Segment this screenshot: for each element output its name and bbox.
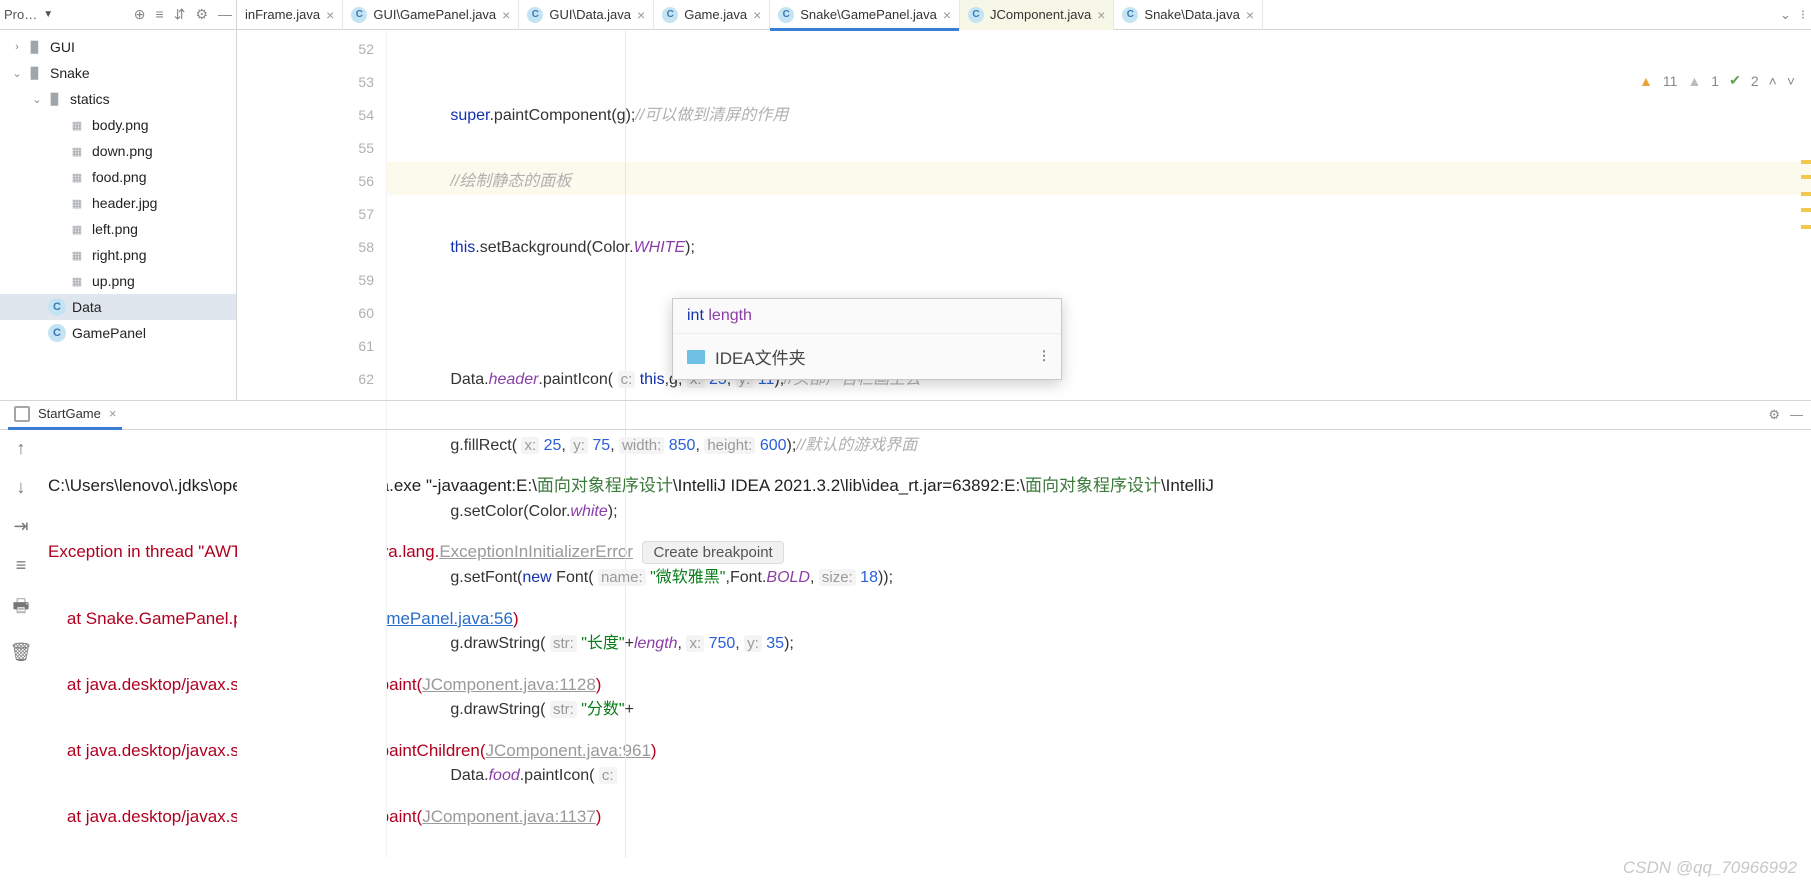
tree-class-data[interactable]: CData [0, 294, 236, 320]
more-icon[interactable]: ⁝ [1801, 7, 1805, 23]
code-editor[interactable]: 5253545556575859606162 super.paintCompon… [237, 30, 1811, 858]
code-area[interactable]: super.paintComponent(g);//可以做到清屏的作用 //绘制… [387, 30, 1811, 858]
class-icon: C [778, 7, 794, 23]
tree-folder-snake[interactable]: ⌄▉Snake [0, 60, 236, 86]
project-sidebar: Pro… ▼ ⊕ ≡ ⇵ ⚙ — ›▉GUI ⌄▉Snake ⌄▉statics… [0, 0, 237, 400]
chevron-down-icon[interactable]: ⌄ [1780, 7, 1791, 23]
close-icon[interactable]: × [637, 7, 645, 23]
close-icon[interactable]: × [1097, 7, 1105, 23]
popup-lookup-item[interactable]: IDEA文件夹⁝ [673, 333, 1061, 379]
target-icon[interactable]: ⊕ [134, 6, 146, 23]
weak-warning-icon: ▲ [1687, 73, 1701, 89]
tab-gui-data[interactable]: CGUI\Data.java× [519, 0, 654, 30]
close-icon[interactable]: × [753, 7, 761, 23]
tree-file[interactable]: ▦body.png [0, 112, 236, 138]
run-tool-tabs: StartGame × ⚙ — [0, 400, 1811, 430]
folder-icon: ▉ [26, 64, 44, 82]
tab-snake-gamepanel[interactable]: CSnake\GamePanel.java× [770, 0, 960, 30]
error-stripe[interactable] [1799, 60, 1811, 858]
file-icon: ▦ [68, 272, 86, 290]
popup-type-info: int length [673, 299, 1061, 333]
line-gutter: 5253545556575859606162 [237, 30, 387, 858]
quick-doc-popup[interactable]: int length IDEA文件夹⁝ [672, 298, 1062, 380]
sidebar-header: Pro… ▼ ⊕ ≡ ⇵ ⚙ — [0, 0, 236, 30]
class-icon: C [662, 7, 678, 23]
inspection-widget[interactable]: ▲11 ▲1 ✔2 ˄ ˅ [1639, 72, 1795, 89]
run-toolbar: ↑ ↓ ⇥ ≡ 🖶 🗑 [0, 430, 42, 858]
collapse-icon[interactable]: ⇵ [174, 6, 186, 23]
trash-icon[interactable]: 🗑 [10, 642, 33, 663]
gear-icon[interactable]: ⚙ [195, 6, 208, 23]
tree-file[interactable]: ▦left.png [0, 216, 236, 242]
class-icon: C [527, 7, 543, 23]
tree-file[interactable]: ▦header.jpg [0, 190, 236, 216]
tab-game[interactable]: CGame.java× [654, 0, 770, 30]
file-icon: ▦ [68, 116, 86, 134]
file-icon: ▦ [68, 194, 86, 212]
chevron-right-icon: › [8, 41, 26, 53]
tree-class-gamepanel[interactable]: CGamePanel [0, 320, 236, 346]
warning-icon: ▲ [1639, 73, 1653, 89]
close-icon[interactable]: × [943, 7, 951, 23]
watermark: CSDN @qq_70966992 [1623, 858, 1797, 878]
flatten-icon[interactable]: ≡ [156, 6, 164, 23]
tree-file[interactable]: ▦down.png [0, 138, 236, 164]
soft-wrap-icon[interactable]: ⇥ [13, 516, 28, 537]
tree-file[interactable]: ▦right.png [0, 242, 236, 268]
tab-inframe[interactable]: inFrame.java× [237, 0, 343, 30]
chevron-down-icon: ⌄ [28, 93, 46, 106]
file-icon: ▦ [68, 142, 86, 160]
tab-gui-gamepanel[interactable]: CGUI\GamePanel.java× [343, 0, 519, 30]
hide-icon[interactable]: — [218, 6, 232, 23]
tree-file[interactable]: ▦food.png [0, 164, 236, 190]
close-icon[interactable]: × [326, 7, 334, 23]
editor-tabs: inFrame.java× CGUI\GamePanel.java× CGUI\… [237, 0, 1811, 30]
run-tab-startgame[interactable]: StartGame × [8, 400, 122, 430]
file-icon: ▦ [68, 246, 86, 264]
close-icon[interactable]: × [1246, 7, 1254, 23]
class-icon: C [968, 7, 984, 23]
sidebar-title[interactable]: Pro… [4, 7, 37, 22]
folder-icon [687, 350, 705, 364]
file-icon: ▦ [68, 168, 86, 186]
project-tree[interactable]: ›▉GUI ⌄▉Snake ⌄▉statics ▦body.png ▦down.… [0, 30, 236, 400]
down-trace-icon[interactable]: ↓ [17, 477, 26, 498]
close-icon[interactable]: × [502, 7, 510, 23]
scroll-end-icon[interactable]: ≡ [16, 555, 27, 576]
folder-icon: ▉ [26, 38, 44, 56]
hide-icon[interactable]: — [1790, 407, 1803, 423]
chevron-down-icon: ⌄ [8, 67, 26, 80]
dropdown-icon[interactable]: ▼ [43, 9, 53, 20]
chevron-down-icon[interactable]: ˅ [1787, 73, 1795, 89]
check-icon: ✔ [1729, 72, 1741, 89]
file-icon: ▦ [68, 220, 86, 238]
tree-folder-statics[interactable]: ⌄▉statics [0, 86, 236, 112]
chevron-up-icon[interactable]: ˄ [1769, 73, 1777, 89]
tree-file[interactable]: ▦up.png [0, 268, 236, 294]
more-icon[interactable]: ⁝ [1041, 346, 1047, 367]
tree-folder-gui[interactable]: ›▉GUI [0, 34, 236, 60]
close-icon[interactable]: × [109, 406, 117, 421]
gear-icon[interactable]: ⚙ [1768, 407, 1780, 423]
folder-icon: ▉ [46, 90, 64, 108]
run-icon [14, 406, 30, 422]
print-icon[interactable]: 🖶 [13, 594, 30, 624]
class-icon: C [48, 324, 66, 342]
tab-snake-data[interactable]: CSnake\Data.java× [1114, 0, 1263, 30]
tab-jcomponent[interactable]: CJComponent.java× [960, 0, 1114, 30]
class-icon: C [48, 298, 66, 316]
class-icon: C [1122, 7, 1138, 23]
up-trace-icon[interactable]: ↑ [17, 438, 26, 459]
class-icon: C [351, 7, 367, 23]
